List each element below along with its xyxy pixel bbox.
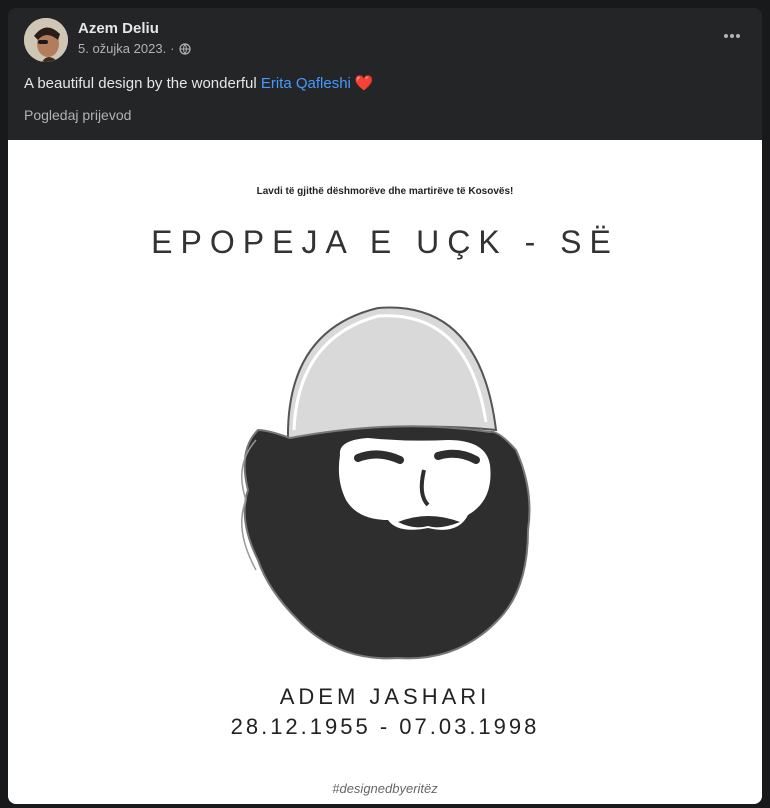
post-meta: 5. ožujka 2023. · (78, 41, 191, 56)
poster-title: EPOPEJA E UÇK - SË (151, 224, 619, 260)
portrait-illustration (241, 306, 531, 660)
post-card: Azem Deliu 5. ožujka 2023. · A beautiful… (8, 8, 762, 804)
poster-name: ADEM JASHARI (279, 684, 491, 709)
globe-icon[interactable] (178, 42, 191, 55)
avatar[interactable] (24, 18, 68, 62)
heart-emoji: ❤️ (354, 75, 374, 92)
caption-mention-link[interactable]: Erita Qafleshi (261, 75, 351, 92)
author-name[interactable]: Azem Deliu (78, 20, 159, 37)
post-date[interactable]: 5. ožujka 2023. (78, 41, 166, 56)
poster-dates: 28.12.1955 - 07.03.1998 (230, 714, 540, 739)
translate-link[interactable]: Pogledaj prijevod (24, 107, 131, 123)
post-image[interactable]: Lavdi të gjithë dëshmorëve dhe martirëve… (8, 140, 762, 804)
poster-tagline: Lavdi të gjithë dëshmorëve dhe martirëve… (256, 186, 514, 197)
more-options-icon[interactable] (718, 26, 746, 54)
avatar-image (24, 18, 68, 62)
caption-text: A beautiful design by the wonderful (24, 75, 261, 92)
poster-credit: #designedbyeritëz (332, 781, 438, 796)
post-caption: A beautiful design by the wonderful Erit… (24, 74, 374, 92)
meta-separator: · (170, 41, 175, 56)
post-header: Azem Deliu 5. ožujka 2023. · (8, 8, 762, 78)
